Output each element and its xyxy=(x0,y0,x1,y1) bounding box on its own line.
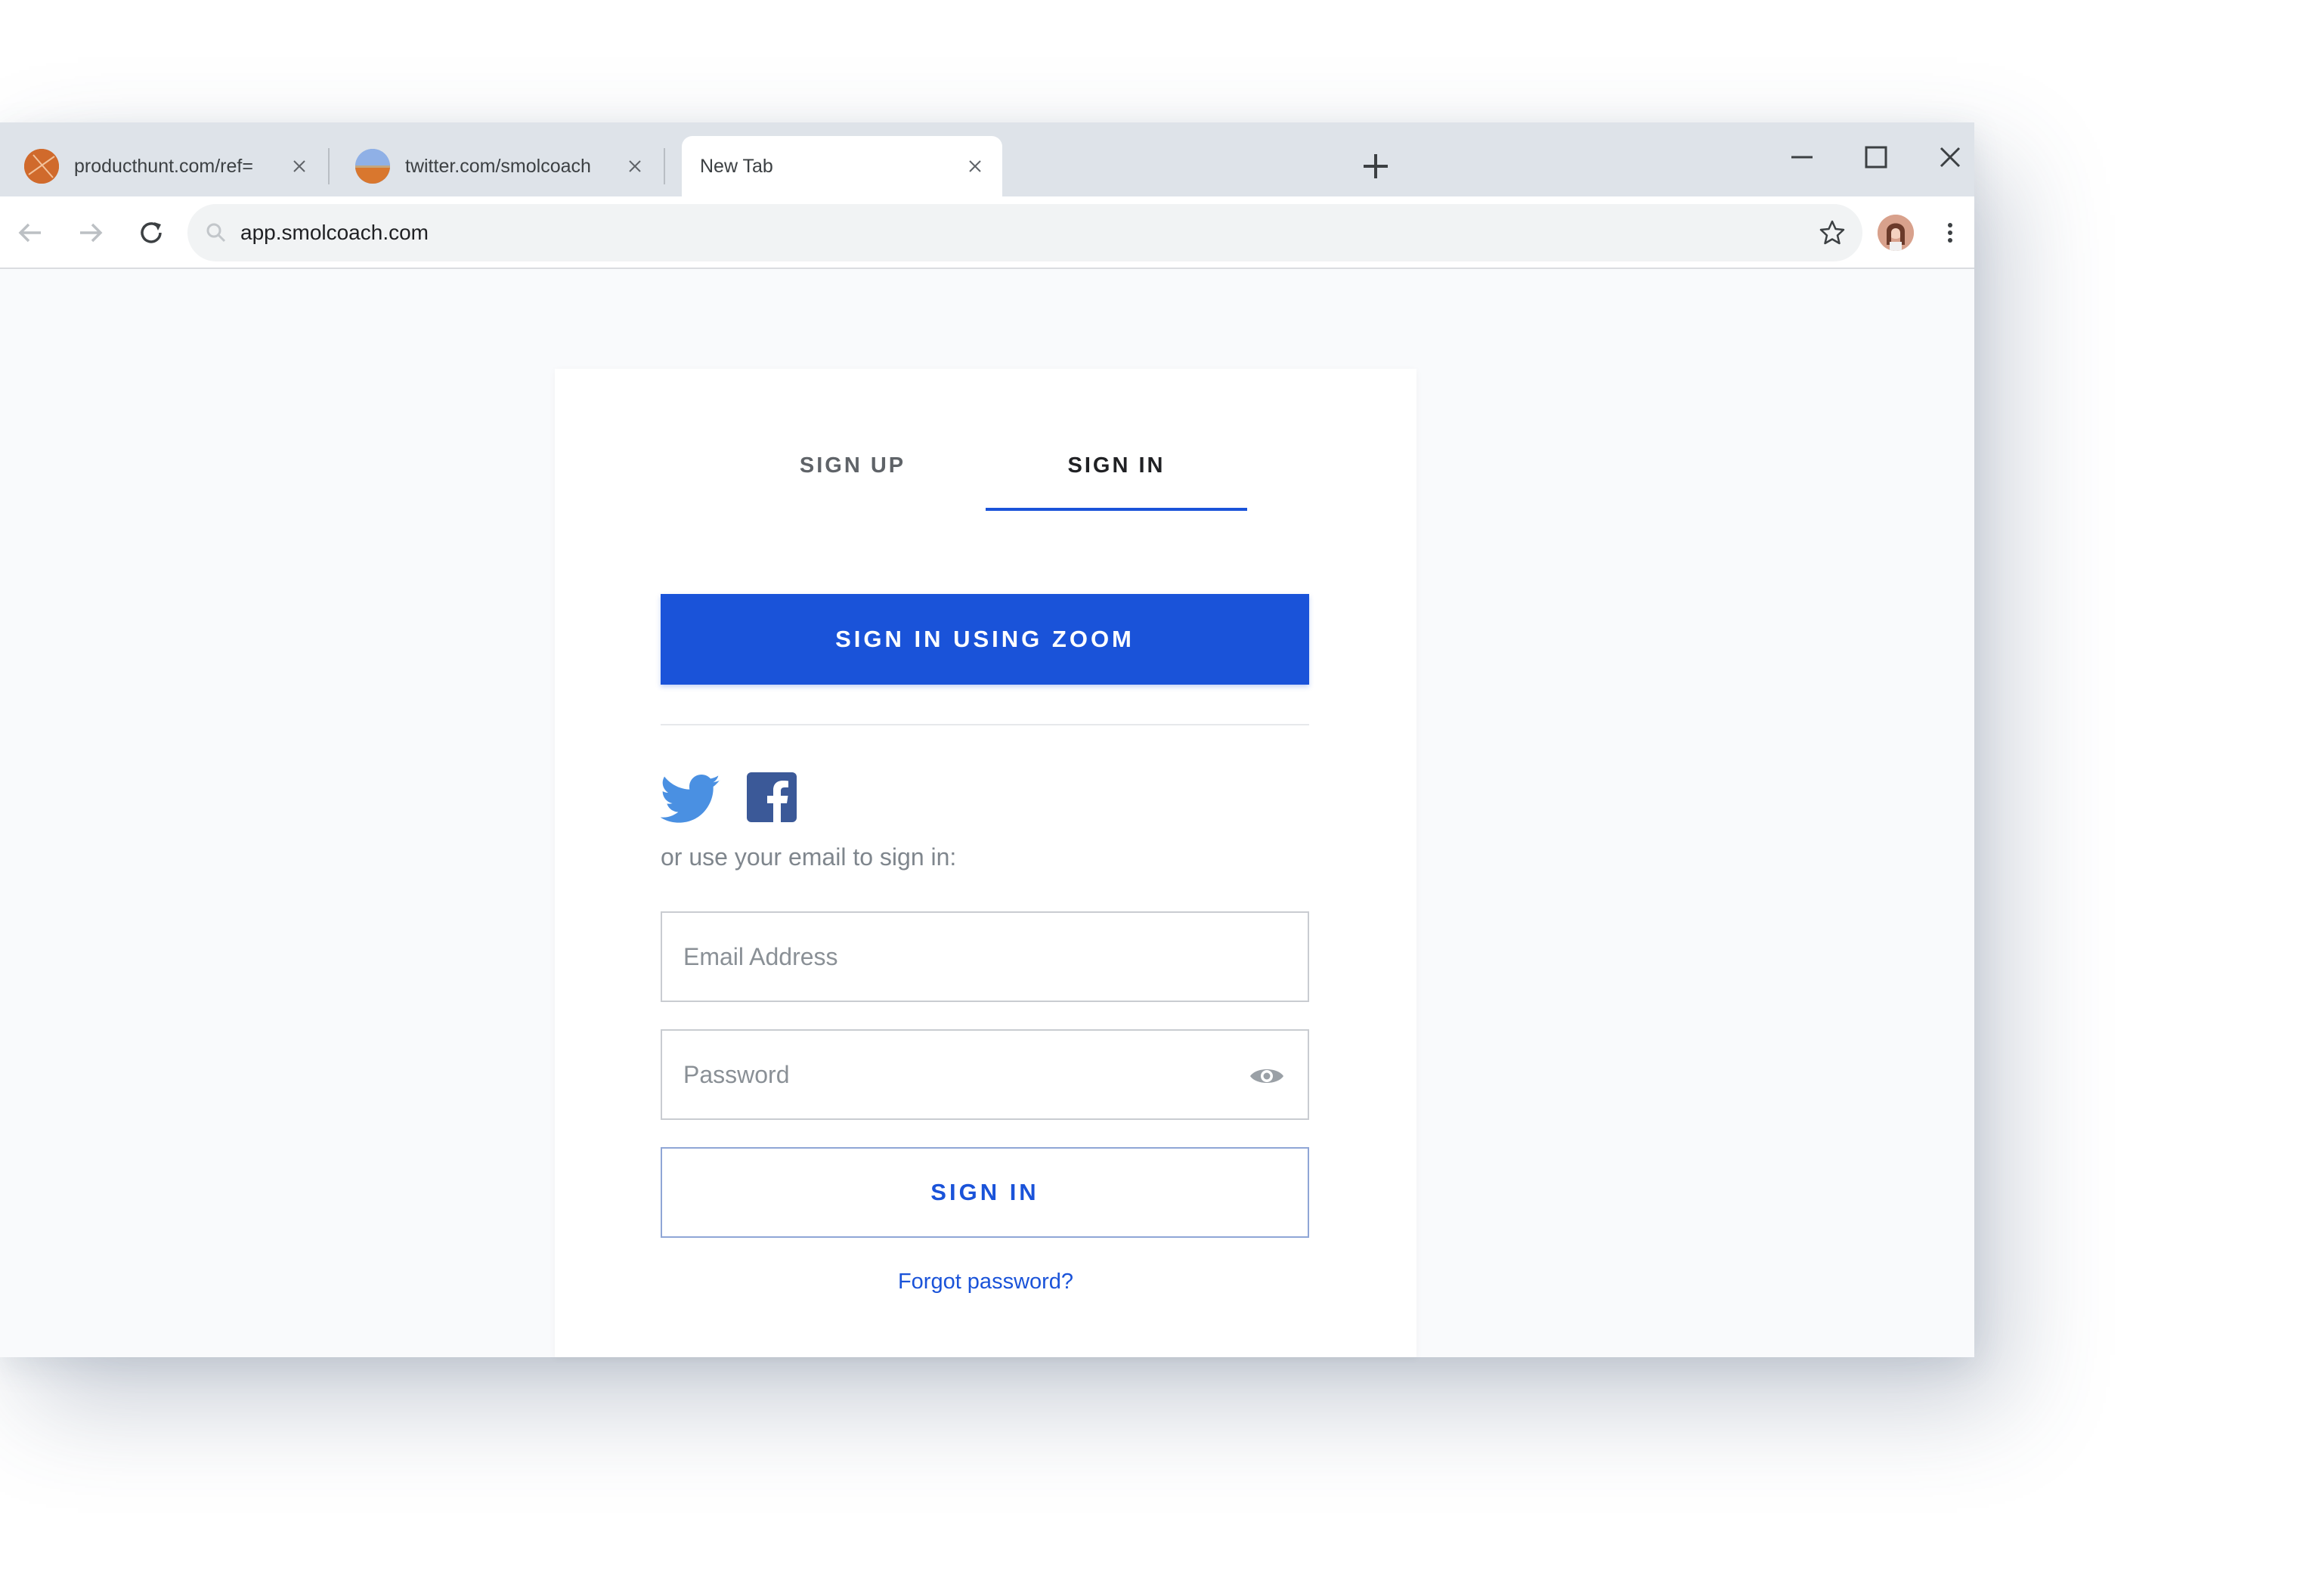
profile-avatar[interactable] xyxy=(1878,215,1914,251)
divider xyxy=(661,724,1309,725)
reload-icon[interactable] xyxy=(132,213,171,252)
tab-strip: producthunt.com/ref= twitter.com/smolcoa… xyxy=(0,122,1974,196)
tab-separator xyxy=(328,148,330,184)
password-field[interactable] xyxy=(661,1029,1309,1120)
address-bar[interactable]: app.smolcoach.com xyxy=(187,204,1862,261)
facebook-icon[interactable] xyxy=(747,772,800,827)
tab-producthunt[interactable]: producthunt.com/ref= xyxy=(0,136,327,196)
show-password-eye-icon[interactable] xyxy=(1247,1056,1286,1096)
close-tab-icon[interactable] xyxy=(966,157,984,175)
forward-arrow-icon[interactable] xyxy=(71,213,110,252)
maximize-icon[interactable] xyxy=(1853,135,1899,180)
producthunt-favicon-icon xyxy=(24,149,59,184)
email-sign-in-hint: or use your email to sign in: xyxy=(661,843,957,871)
tab-twitter[interactable]: twitter.com/smolcoach xyxy=(331,136,662,196)
tab-title: twitter.com/smolcoach xyxy=(405,155,591,177)
twitter-icon[interactable] xyxy=(660,772,723,827)
browser-toolbar: app.smolcoach.com xyxy=(0,196,1974,269)
tab-sign-in[interactable]: SIGN IN xyxy=(986,453,1247,499)
close-window-icon[interactable] xyxy=(1927,135,1973,180)
close-tab-icon[interactable] xyxy=(626,157,644,175)
twitter-avatar-favicon-icon xyxy=(355,149,390,184)
email-field[interactable] xyxy=(661,911,1309,1002)
bookmark-star-icon[interactable] xyxy=(1813,213,1852,252)
active-tab-indicator xyxy=(986,508,1247,511)
email-input[interactable] xyxy=(662,913,1308,1001)
tab-title: New Tab xyxy=(700,155,773,177)
back-arrow-icon[interactable] xyxy=(11,213,50,252)
tab-sign-up[interactable]: SIGN UP xyxy=(792,453,913,499)
tab-title: producthunt.com/ref= xyxy=(74,155,253,177)
browser-window: producthunt.com/ref= twitter.com/smolcoa… xyxy=(0,122,1974,1357)
tab-separator xyxy=(664,148,665,184)
tab-new-tab[interactable]: New Tab xyxy=(682,136,1002,196)
search-icon xyxy=(204,221,228,249)
menu-kebab-icon[interactable] xyxy=(1930,213,1970,252)
forgot-password-link[interactable]: Forgot password? xyxy=(555,1270,1416,1294)
sign-in-button[interactable]: SIGN IN xyxy=(661,1147,1309,1238)
minimize-icon[interactable] xyxy=(1779,135,1825,180)
close-tab-icon[interactable] xyxy=(290,157,308,175)
address-url: app.smolcoach.com xyxy=(240,221,429,244)
password-input[interactable] xyxy=(662,1031,1308,1118)
auth-card: SIGN UP SIGN IN SIGN IN USING ZOOM or us… xyxy=(555,369,1416,1357)
sign-in-zoom-button[interactable]: SIGN IN USING ZOOM xyxy=(661,594,1309,685)
new-tab-plus-icon[interactable] xyxy=(1358,148,1394,184)
